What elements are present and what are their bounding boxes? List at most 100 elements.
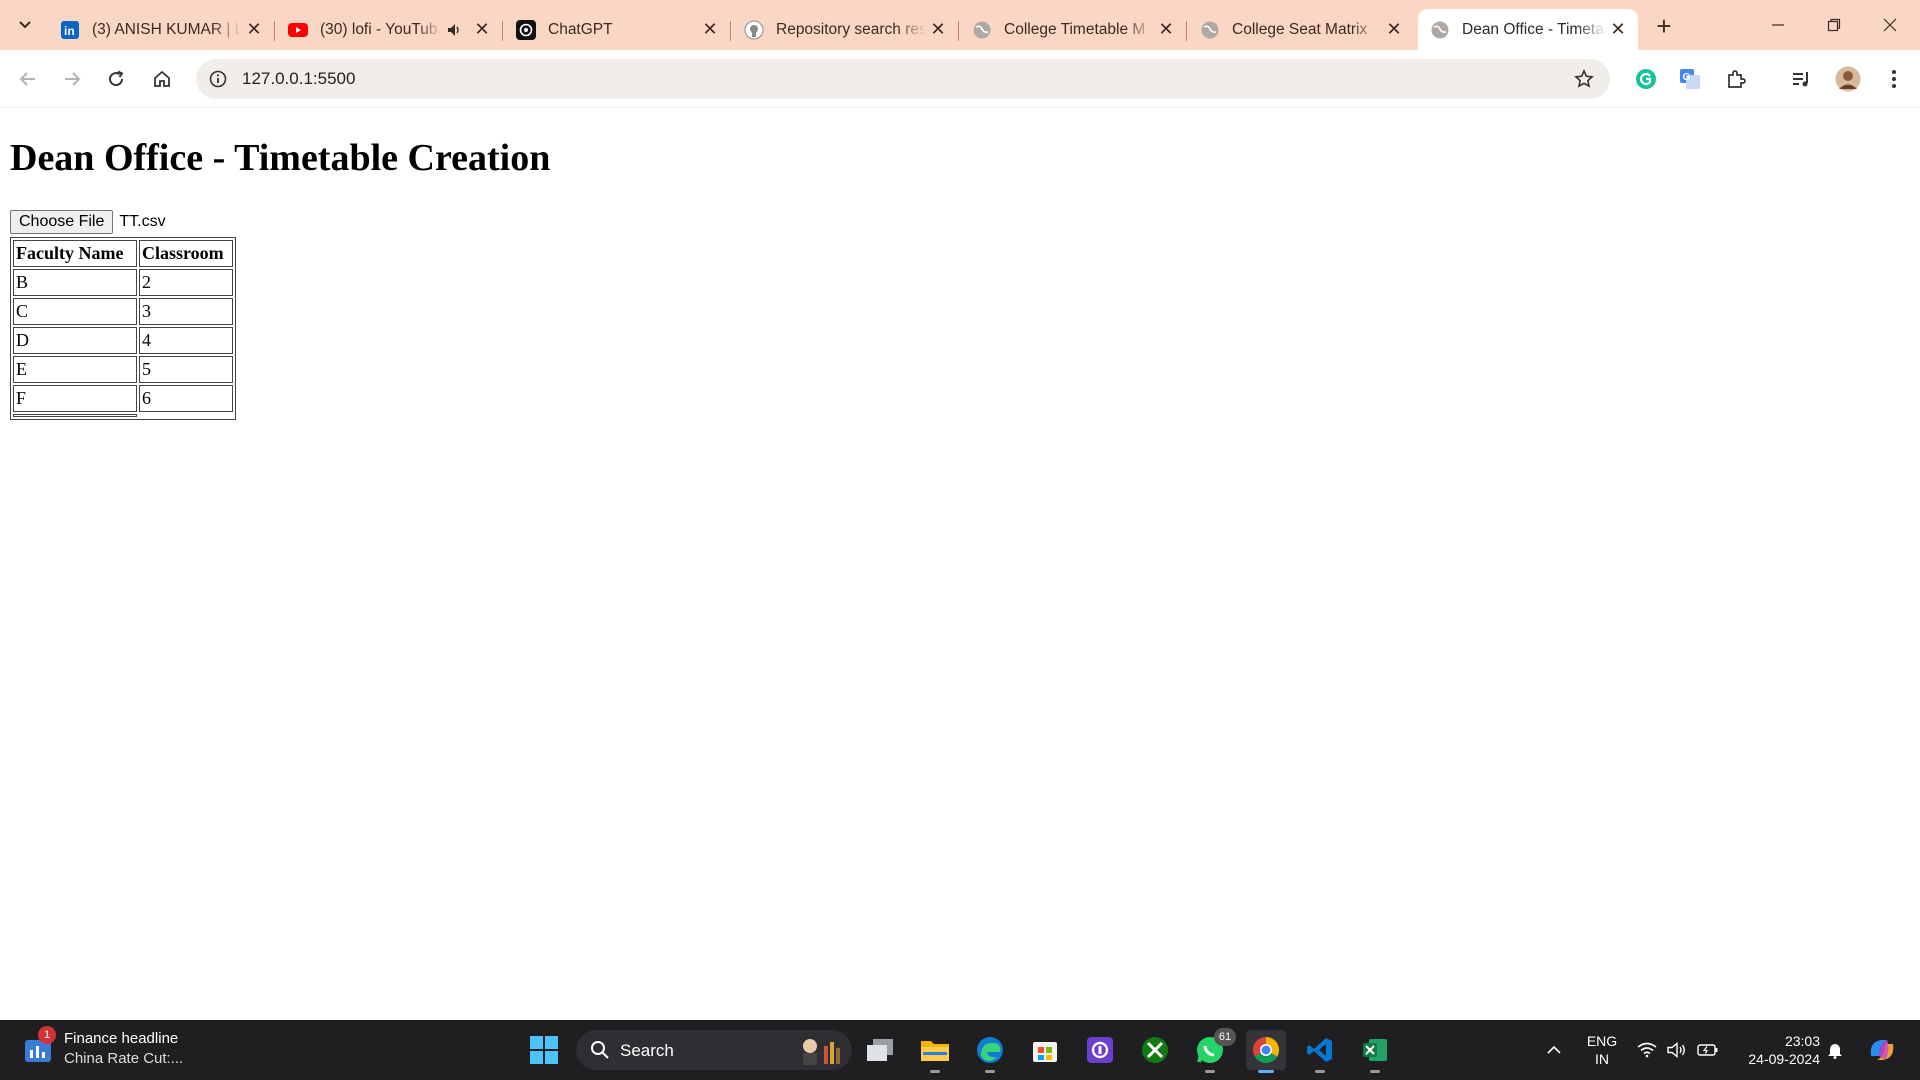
google-translate-icon[interactable]: G (1674, 63, 1706, 95)
tab-title: Dean Office - Timeta (1462, 20, 1604, 38)
forward-button[interactable] (56, 63, 88, 95)
file-input[interactable]: Choose File TT.csv (10, 210, 166, 234)
tab-close-icon[interactable]: ✕ (1382, 18, 1406, 42)
tab-close-icon[interactable]: ✕ (470, 18, 494, 42)
running-indicator (1205, 1070, 1215, 1073)
arrow-right-icon (65, 72, 81, 86)
running-indicator (930, 1070, 940, 1073)
tab-separator (1186, 21, 1187, 41)
start-button[interactable] (524, 1030, 564, 1070)
taskbar-search[interactable]: Search (576, 1030, 852, 1070)
svg-text:G: G (1683, 72, 1691, 83)
empty-cell (13, 414, 137, 417)
tab-github[interactable]: Repository search res ✕ (732, 9, 959, 50)
tab-close-icon[interactable]: ✕ (242, 18, 266, 42)
taskbar-purple-app[interactable] (1080, 1030, 1120, 1070)
bookmark-star-icon[interactable] (1572, 67, 1596, 91)
notification-bell-icon[interactable] (1822, 1020, 1848, 1080)
faculty-name-cell: D (13, 327, 137, 354)
classroom-cell: 2 (139, 269, 233, 296)
clock[interactable]: 23:03 24-09-2024 (1730, 1032, 1820, 1068)
running-indicator (1370, 1070, 1380, 1073)
taskbar-whatsapp[interactable]: 61 (1190, 1028, 1236, 1073)
language-indicator[interactable]: ENG IN (1580, 1032, 1624, 1068)
tab-close-icon[interactable]: ✕ (1606, 18, 1630, 42)
back-button[interactable] (12, 63, 44, 95)
restore-button[interactable] (1806, 0, 1862, 50)
tab-youtube[interactable]: (30) lofi - YouTub ✕ (276, 9, 503, 50)
battery-icon[interactable] (1694, 1020, 1722, 1080)
taskbar-file-explorer[interactable] (915, 1030, 955, 1073)
media-control-icon[interactable] (1785, 63, 1817, 95)
running-indicator (985, 1070, 995, 1073)
tab-title: College Seat Matrix (1232, 20, 1368, 38)
globe-icon (1430, 20, 1450, 40)
menu-kebab-icon[interactable] (1878, 63, 1910, 95)
folder-icon (921, 1041, 949, 1061)
tab-close-icon[interactable]: ✕ (1154, 18, 1178, 42)
running-indicator (1315, 1070, 1325, 1073)
tab-linkedin[interactable]: in (3) ANISH KUMAR | L ✕ (48, 9, 275, 50)
globe-icon (972, 20, 992, 40)
wifi-icon[interactable] (1634, 1020, 1660, 1080)
taskbar-edge[interactable] (970, 1030, 1010, 1073)
info-icon[interactable] (206, 67, 230, 91)
profile-avatar[interactable] (1832, 63, 1864, 95)
close-window-button[interactable] (1862, 0, 1918, 50)
lang-line-1: ENG (1586, 1033, 1618, 1049)
tab-title: (30) lofi - YouTub (320, 20, 438, 38)
tab-search-button[interactable] (10, 10, 40, 40)
tab-title: Repository search res (776, 20, 926, 38)
clock-time: 23:03 (1784, 1033, 1820, 1049)
column-header-classroom: Classroom (139, 240, 233, 267)
tab-chatgpt[interactable]: ChatGPT ✕ (504, 9, 731, 50)
chevron-down-icon (19, 21, 31, 29)
speaker-icon[interactable] (442, 18, 466, 42)
taskbar-chrome[interactable] (1246, 1030, 1286, 1073)
home-button[interactable] (146, 63, 178, 95)
search-label: Search (620, 1041, 674, 1060)
tab-dean-office[interactable]: Dean Office - Timeta ✕ (1418, 9, 1638, 50)
tab-close-icon[interactable]: ✕ (926, 18, 950, 42)
faculty-name-cell: B (13, 269, 137, 296)
tab-separator (502, 21, 503, 41)
classroom-cell: 4 (139, 327, 233, 354)
minimize-button[interactable] (1750, 0, 1806, 50)
faculty-name-cell: F (13, 385, 137, 412)
extensions-icon[interactable] (1720, 63, 1752, 95)
taskbar-excel[interactable] (1355, 1030, 1395, 1073)
table-row: D 4 (13, 327, 233, 354)
taskbar: 1 Finance headline China Rate Cut:... Se… (0, 1020, 1920, 1080)
new-tab-button[interactable]: + (1648, 10, 1680, 42)
chevron-up-icon (1547, 1045, 1561, 1054)
grammarly-icon[interactable] (1630, 63, 1662, 95)
address-bar[interactable]: 127.0.0.1:5500 (196, 59, 1610, 99)
copilot-icon[interactable] (1862, 1020, 1902, 1080)
table-row: B 2 (13, 269, 233, 296)
youtube-icon (288, 20, 308, 40)
choose-file-button[interactable]: Choose File (10, 210, 114, 234)
windows-icon (530, 1036, 558, 1064)
tab-close-icon[interactable]: ✕ (698, 18, 722, 42)
show-hidden-icons-button[interactable] (1540, 1020, 1568, 1080)
vscode-icon (1307, 1038, 1332, 1062)
page-title: Dean Office - Timetable Creation (10, 137, 551, 179)
taskbar-vscode[interactable] (1300, 1030, 1340, 1073)
chrome-icon (1253, 1036, 1280, 1064)
taskbar-xbox[interactable] (1135, 1030, 1175, 1070)
search-highlight-icon (803, 1039, 840, 1065)
taskbar-store[interactable] (1025, 1030, 1065, 1070)
taskbar-task-view[interactable] (860, 1030, 900, 1070)
tab-college-timetable[interactable]: College Timetable M ✕ (960, 9, 1187, 50)
url-text[interactable]: 127.0.0.1:5500 (242, 69, 355, 89)
volume-icon[interactable] (1664, 1020, 1690, 1080)
reload-button[interactable] (100, 63, 132, 95)
column-header-faculty-name: Faculty Name (13, 240, 137, 267)
plus-icon: + (1656, 10, 1672, 41)
news-headline: Finance headline (64, 1030, 179, 1047)
timetable-table: Faculty Name Classroom B 2 C 3 D 4 E 5 F (10, 237, 236, 420)
search-icon (591, 1041, 609, 1059)
browser-toolbar: 127.0.0.1:5500 G (0, 50, 1920, 108)
excel-icon (1363, 1039, 1387, 1061)
tab-college-seat-matrix[interactable]: College Seat Matrix ✕ (1188, 9, 1414, 50)
